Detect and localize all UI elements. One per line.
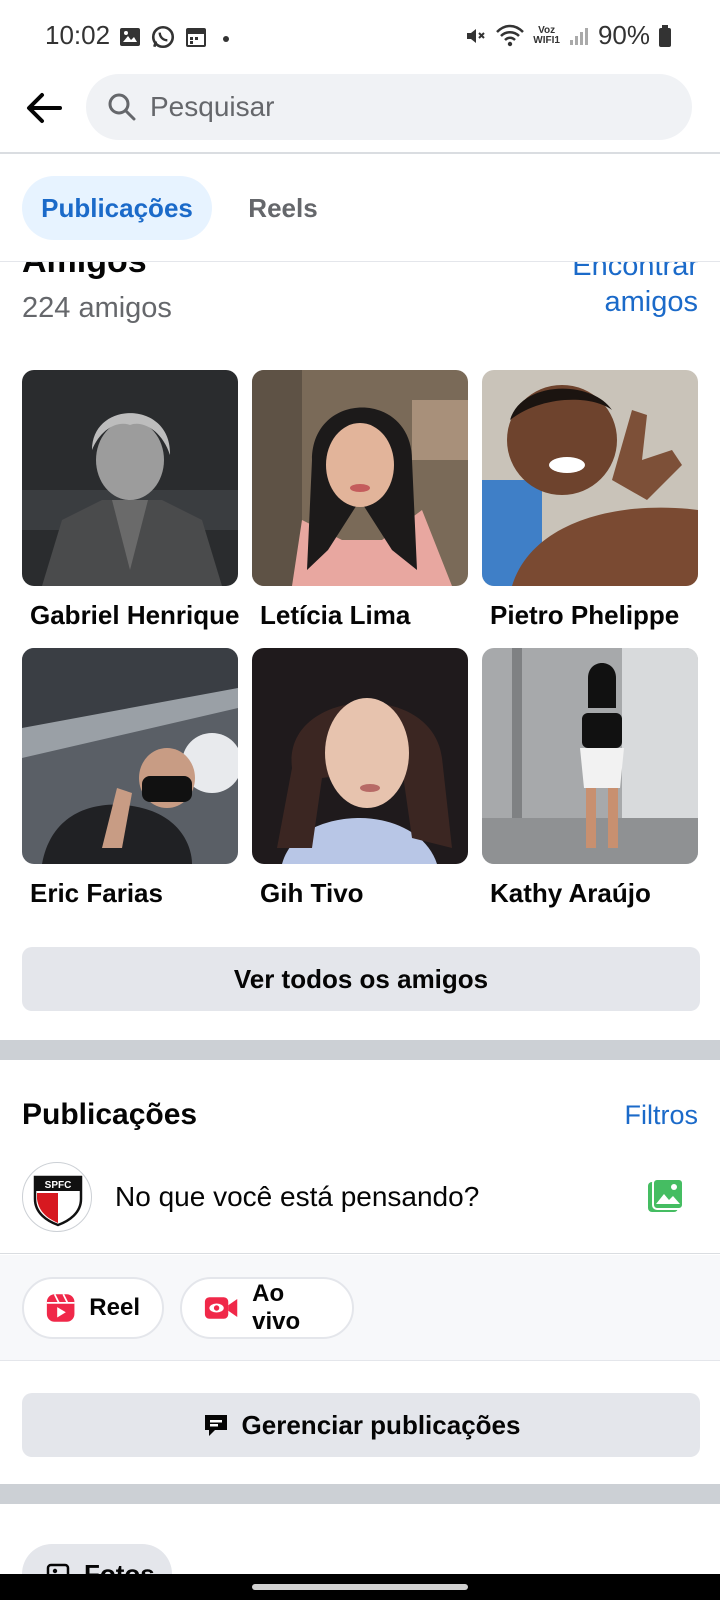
friend-photo[interactable] [252,648,468,864]
avatar[interactable]: SPFC [22,1162,92,1232]
section-divider [0,1040,720,1060]
filters-link[interactable]: Filtros [625,1100,699,1131]
status-indicators: Voz WIFI1 90% [463,20,672,51]
friend-name[interactable]: Gih Tivo [252,878,468,909]
post-type-chips: Reel Ao vivo [0,1255,720,1361]
live-chip[interactable]: Ao vivo [180,1277,354,1339]
friend-photo[interactable] [252,370,468,586]
friend-name[interactable]: Letícia Lima [252,600,468,631]
friend-photo[interactable] [482,370,698,586]
status-time: 10:02 [45,20,111,50]
friend-card[interactable]: Pietro Phelippe [482,370,698,631]
search-header [0,72,720,154]
reel-icon [46,1293,75,1322]
search-input[interactable] [150,74,670,140]
friend-photo[interactable] [22,370,238,586]
post-composer[interactable]: SPFC No que você está pensando? [0,1150,720,1254]
live-chip-label: Ao vivo [252,1280,301,1335]
system-nav-bar [0,1574,720,1600]
photo-icon[interactable] [646,1178,684,1214]
see-all-friends-button[interactable]: Ver todos os amigos [22,947,700,1011]
friend-photo[interactable] [22,648,238,864]
posts-section-title: Publicações [22,1098,198,1131]
back-button[interactable] [20,84,68,132]
status-bar: 10:02 Voz WIFI1 90% [0,0,720,72]
search-box[interactable] [86,74,692,140]
calendar-notification-icon [186,28,206,47]
chat-bubble-icon [204,1415,227,1436]
spfc-crest-text: SPFC [45,1180,72,1191]
wifi-icon [496,24,525,46]
notification-icons [118,24,236,50]
manage-posts-label: Gerenciar publicações [241,1409,521,1440]
friend-card[interactable]: Letícia Lima [252,370,468,631]
manage-posts-button[interactable]: Gerenciar publicações [22,1393,700,1457]
tab-publicacoes[interactable]: Publicações [22,176,212,240]
more-notifications-dot [223,36,229,42]
live-video-icon [204,1297,238,1319]
section-divider [0,1484,720,1504]
composer-prompt[interactable]: No que você está pensando? [115,1181,479,1213]
friend-name[interactable]: Kathy Araújo [482,878,698,909]
home-gesture-handle[interactable] [252,1584,468,1590]
gallery-notification-icon [120,28,140,46]
profile-tabs: Publicações Reels [0,156,720,262]
reel-chip-label: Reel [89,1294,140,1321]
friend-card[interactable]: Kathy Araújo [482,648,698,909]
signal-icon [569,27,588,45]
search-icon [108,93,136,121]
battery-icon [659,24,671,47]
whatsapp-notification-icon [151,25,175,49]
tab-reels[interactable]: Reels [228,176,338,240]
friend-card[interactable]: Gih Tivo [252,648,468,909]
voz-wifi-label: Voz WIFI1 [533,24,560,46]
friend-photo[interactable] [482,648,698,864]
friend-name[interactable]: Eric Farias [22,878,238,909]
friend-name[interactable]: Gabriel Henrique [22,600,240,631]
friend-card[interactable]: Eric Farias [22,648,238,909]
friend-card[interactable]: Gabriel Henrique [22,370,240,631]
friends-count: 224 amigos [22,292,172,324]
friend-name[interactable]: Pietro Phelippe [482,600,698,631]
back-arrow-icon [27,93,62,123]
battery-percent: 90% [597,20,650,50]
reel-chip[interactable]: Reel [22,1277,164,1339]
mute-icon [467,28,485,43]
